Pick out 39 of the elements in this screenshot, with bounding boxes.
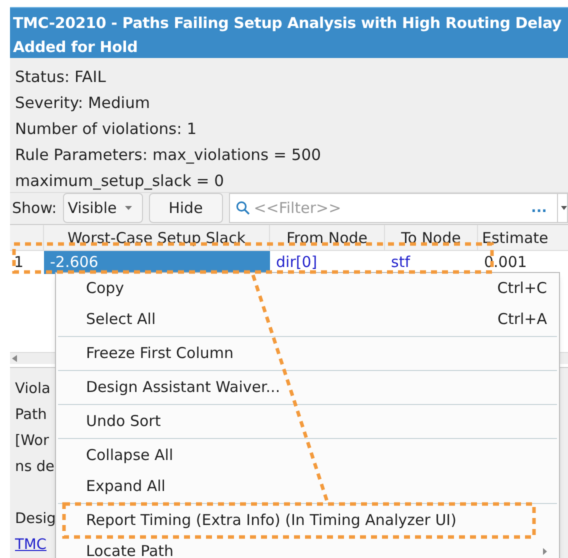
detail-text: Viola [15, 380, 50, 399]
row-number: 1 [13, 252, 25, 273]
search-icon [236, 201, 250, 216]
filter-field[interactable]: <<Filter>> ... [228, 193, 568, 224]
submenu-arrow-icon [543, 548, 547, 555]
window-title: TMC-20210 - Paths Failing Setup Analysis with High Routing Delay Added for Hold [13, 13, 562, 58]
more-button[interactable]: ... [531, 198, 553, 219]
info-line: Rule Parameters: max_violations = 500 [15, 145, 322, 166]
info-line: Severity: Medium [15, 93, 152, 114]
detail-text: Desig [15, 510, 56, 529]
caret-icon [124, 206, 132, 210]
show-label: Show: [12, 198, 57, 219]
menu-item[interactable]: Undo Sort [56, 406, 559, 437]
menu-item[interactable]: Report Timing (Extra Info) (In Timing Analyzer UI) [56, 505, 559, 536]
column-header[interactable]: From Node [270, 224, 385, 250]
rule-link[interactable]: TMC [15, 532, 46, 558]
column-header[interactable]: To Node [385, 224, 478, 250]
menu-item[interactable]: Select All Ctrl+A [56, 304, 559, 335]
node-link[interactable]: dir[0] [270, 250, 385, 274]
info-line: Number of violations: 1 [15, 119, 198, 140]
show-dropdown[interactable]: Visible [62, 193, 143, 224]
detail-text: [Wor [15, 432, 49, 451]
node-link[interactable]: stf [385, 250, 478, 274]
menu-item[interactable]: Freeze First Column [56, 338, 559, 369]
info-line: maximum_setup_slack = 0 [15, 171, 226, 192]
hide-button[interactable]: Hide [148, 193, 223, 224]
menu-item[interactable]: Copy Ctrl+C [56, 273, 559, 304]
left-arrow-icon [12, 355, 17, 362]
info-line: Status: FAIL [15, 67, 107, 88]
caret-icon [561, 206, 567, 210]
menu-item[interactable]: Locate Path [56, 536, 559, 558]
column-header[interactable]: Estimate [478, 224, 568, 250]
menu-item[interactable]: Collapse All [56, 440, 559, 471]
shortcut-text: Ctrl+A [497, 309, 547, 330]
shortcut-text: Ctrl+C [497, 278, 547, 300]
menu-item[interactable]: Expand All [56, 471, 559, 502]
detail-text: ns de [15, 458, 54, 477]
detail-text: Path [15, 406, 47, 425]
menu-item[interactable]: Design Assistant Waiver... [56, 372, 559, 403]
